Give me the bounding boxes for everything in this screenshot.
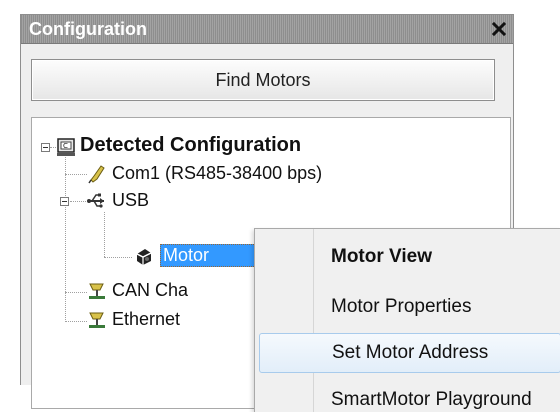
tree-connector — [104, 257, 132, 258]
motor-icon — [136, 249, 152, 265]
menu-gutter — [313, 229, 314, 412]
tree-connector — [70, 201, 86, 202]
tree-connector — [65, 292, 87, 293]
tree-item-ethernet[interactable]: Ethernet — [112, 309, 180, 330]
panel-title: Configuration — [29, 19, 147, 39]
tree-connector — [65, 154, 66, 322]
computer-icon: C — [57, 138, 75, 156]
find-motors-button[interactable]: Find Motors — [31, 59, 495, 101]
menu-item-motor-properties[interactable]: Motor Properties — [319, 287, 560, 327]
close-icon[interactable] — [491, 21, 507, 37]
tree-connector — [65, 174, 87, 175]
tree-root-label[interactable]: Detected Configuration — [80, 134, 301, 157]
panel-titlebar[interactable]: Configuration — [21, 15, 513, 44]
tree-item-usb[interactable]: USB — [112, 190, 149, 211]
svg-text:C: C — [63, 142, 68, 150]
tree-item-com1[interactable]: Com1 (RS485-38400 bps) — [112, 163, 322, 184]
root-collapse-toggle[interactable] — [41, 143, 50, 152]
network-icon — [89, 283, 105, 299]
menu-item-set-motor-address[interactable]: Set Motor Address — [259, 333, 560, 373]
usb-collapse-toggle[interactable] — [60, 197, 69, 206]
tree-connector — [65, 321, 87, 322]
context-menu: Motor View Motor Properties Set Motor Ad… — [254, 228, 560, 412]
tree-item-can[interactable]: CAN Cha — [112, 280, 188, 301]
menu-item-smartmotor-playground[interactable]: SmartMotor Playground — [319, 380, 560, 412]
usb-icon — [87, 193, 104, 208]
tree-connector — [104, 212, 105, 257]
network-icon — [89, 312, 105, 328]
serial-port-icon — [88, 165, 105, 184]
menu-item-motor-view[interactable]: Motor View — [319, 237, 560, 277]
